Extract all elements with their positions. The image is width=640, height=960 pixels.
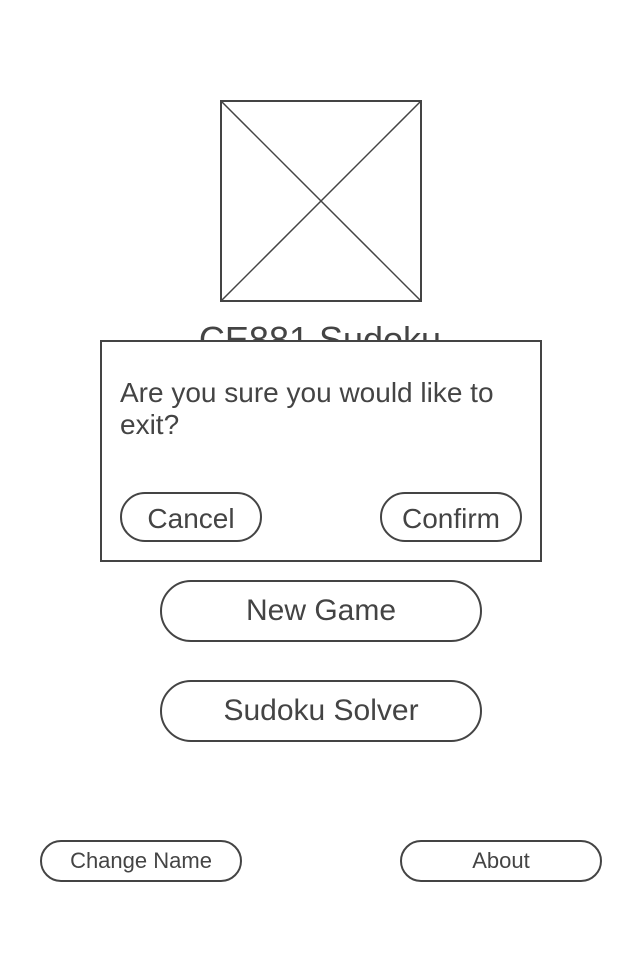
- exit-confirm-dialog: Are you sure you would like to exit? Can…: [100, 340, 542, 562]
- confirm-button[interactable]: Confirm: [380, 492, 522, 542]
- cancel-button[interactable]: Cancel: [120, 492, 262, 542]
- about-button[interactable]: About: [400, 840, 602, 882]
- image-placeholder-icon: [220, 100, 422, 302]
- dialog-message: Are you sure you would like to exit?: [120, 377, 494, 440]
- logo-image-placeholder-icon: [220, 100, 422, 302]
- change-name-button[interactable]: Change Name: [40, 840, 242, 882]
- new-game-button[interactable]: New Game: [160, 580, 482, 642]
- sudoku-solver-button[interactable]: Sudoku Solver: [160, 680, 482, 742]
